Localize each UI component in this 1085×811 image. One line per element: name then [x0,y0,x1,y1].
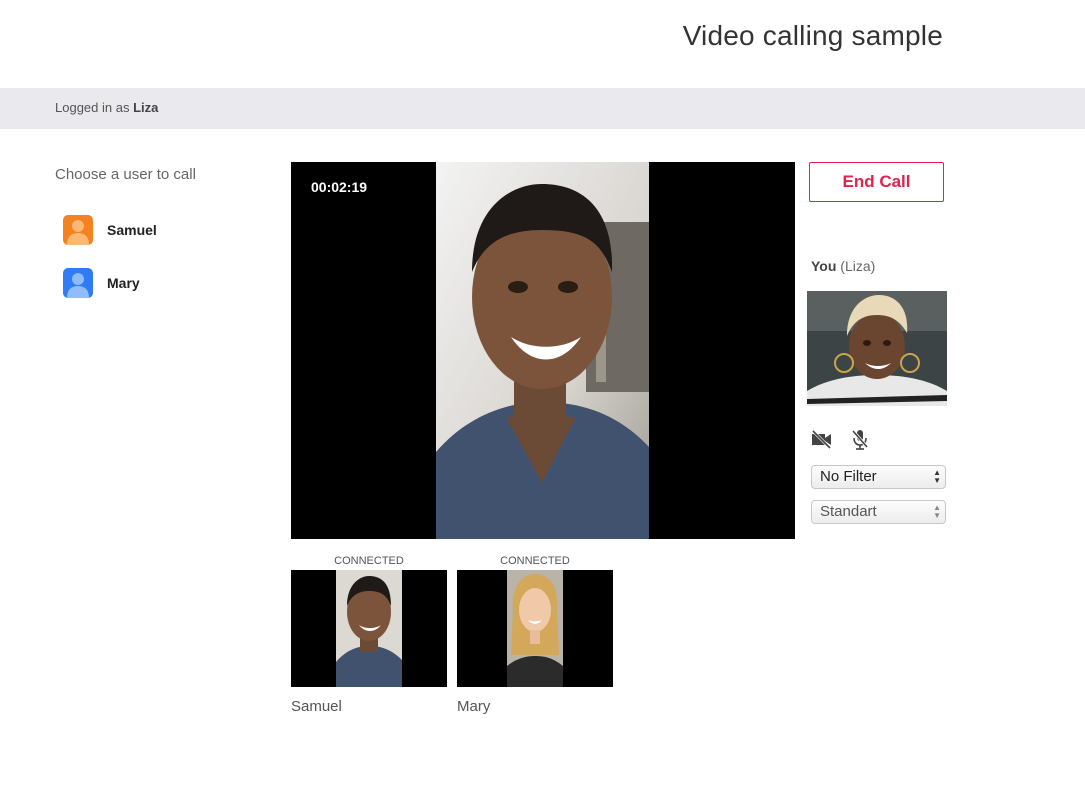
end-call-button[interactable]: End Call [809,162,944,202]
participant-tile-mary: CONNECTED Mary [457,555,613,715]
user-name: Mary [107,275,140,291]
camera-off-icon[interactable] [811,428,833,450]
logged-in-username: Liza [133,100,159,115]
participant-video-frame [336,570,402,687]
user-avatar-icon [63,215,93,245]
choose-user-heading: Choose a user to call [55,166,196,183]
page-title: Video calling sample [682,20,943,51]
you-label: You [811,258,837,274]
participant-status: CONNECTED [334,555,404,567]
filter-select-value: No Filter [820,468,877,485]
remote-video-frame [436,162,649,539]
self-view-label: You (Liza) [811,258,875,274]
logged-in-status: Logged in as Liza [55,100,158,115]
user-item-samuel[interactable]: Samuel [63,215,157,245]
participant-tile-samuel: CONNECTED Samuel [291,555,447,715]
participant-video [457,570,613,687]
remote-video-main: 00:02:19 [291,162,795,539]
participant-video-frame [507,570,563,687]
mic-off-icon[interactable] [849,428,871,450]
quality-select[interactable]: Standart ▲ ▼ [811,500,946,524]
select-arrows-icon: ▲ ▼ [933,503,941,520]
status-bar: Logged in as Liza [0,88,1085,129]
self-video-frame [807,291,947,406]
quality-select-value: Standart [820,503,877,520]
self-name-label: (Liza) [840,258,876,274]
logged-in-prefix: Logged in as [55,100,130,115]
user-name: Samuel [107,222,157,238]
select-arrows-icon: ▲ ▼ [933,468,941,485]
self-video-preview [807,291,947,406]
participant-name: Mary [457,698,491,715]
participant-video [291,570,447,687]
user-avatar-icon [63,268,93,298]
filter-select[interactable]: No Filter ▲ ▼ [811,465,946,489]
user-item-mary[interactable]: Mary [63,268,140,298]
participant-name: Samuel [291,698,342,715]
call-timer: 00:02:19 [311,179,368,195]
participant-status: CONNECTED [500,555,570,567]
